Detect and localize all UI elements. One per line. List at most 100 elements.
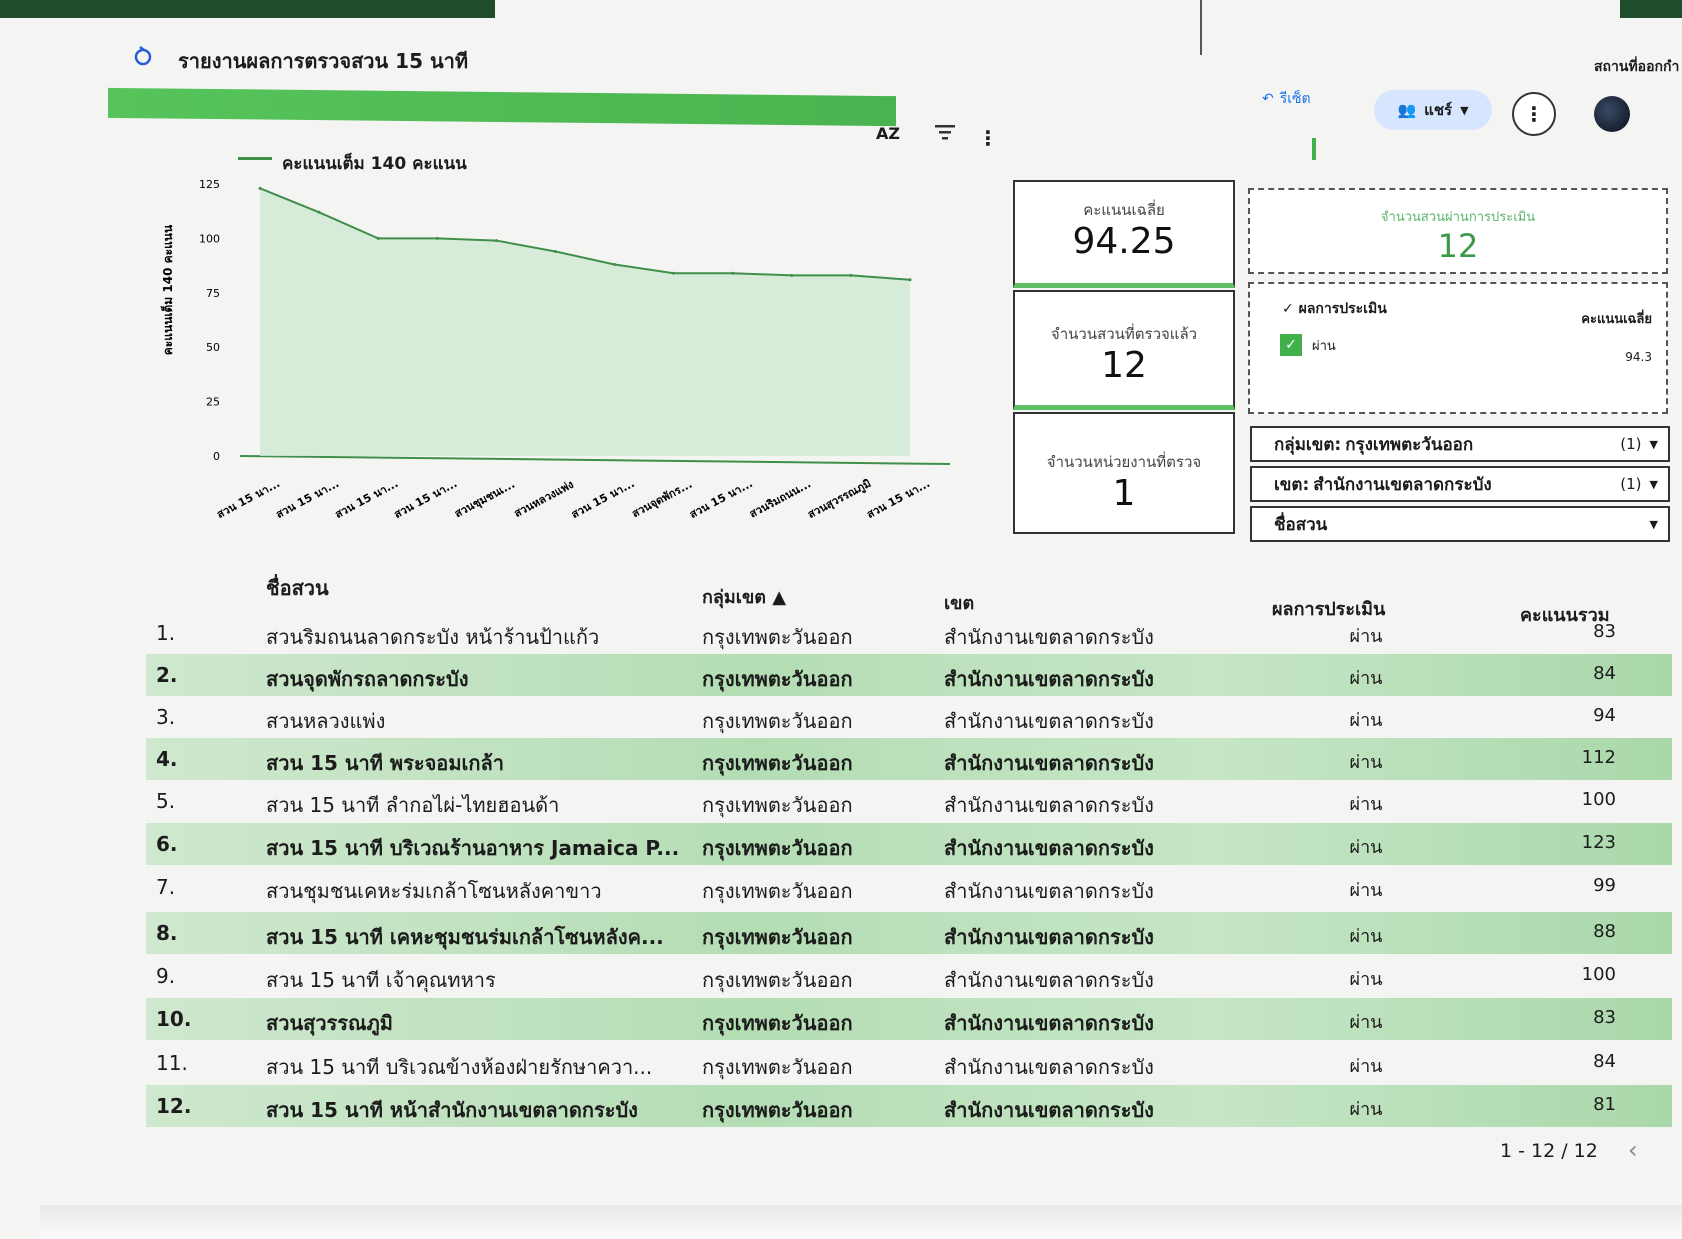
- x-tick-label: สวนจุดพักร...: [630, 478, 695, 522]
- table-row[interactable]: 5. สวน 15 นาที ลำกอไผ่-ไทยฮอนด้า กรุงเทพตะ…: [146, 780, 1672, 822]
- table-row[interactable]: 3. สวนหลวงแพ่ง กรุงเทพตะวันออก สำนักงานเขตล…: [146, 696, 1672, 738]
- x-tick-label: สวนริมถนน...: [747, 477, 813, 520]
- row-district-group: กรุงเทพตะวันออก: [702, 925, 853, 949]
- result-summary-table: ✓ ผลการประเมิน คะแนนเฉลี่ย ✓ ผ่าน 94.3: [1248, 282, 1668, 414]
- header-park-name[interactable]: ชื่อสวน: [266, 572, 329, 604]
- x-tick-label: สวน 15 นา...: [215, 477, 283, 521]
- table-row[interactable]: 7. สวนชุมชนเคหะร่มเกล้าโซนหลังคาขาว กรุงเท…: [146, 866, 1672, 908]
- row-result: ผ่าน: [1349, 1056, 1383, 1077]
- row-number: 9.: [156, 964, 176, 988]
- data-point: [849, 273, 853, 277]
- page-footer: [40, 1205, 1682, 1239]
- row-score: 84: [1593, 663, 1616, 684]
- row-score: 83: [1593, 1007, 1616, 1028]
- row-district: สำนักงานเขตลาดกระบัง: [944, 879, 1154, 903]
- filter-park-name[interactable]: ชื่อสวน ▼: [1250, 506, 1670, 542]
- table-row[interactable]: 6. สวน 15 นาที บริเวณร้านอาหาร Jamaica P.…: [146, 823, 1672, 865]
- x-tick-label: สวนสุวรรณภูมิ: [805, 477, 873, 522]
- checkbox-checked-icon[interactable]: ✓: [1280, 334, 1302, 356]
- chevron-down-icon: ▼: [1649, 477, 1658, 491]
- row-district-group: กรุงเทพตะวันออก: [702, 879, 853, 903]
- row-district-group: กรุงเทพตะวันออก: [702, 667, 853, 691]
- prev-page-button[interactable]: ‹: [1628, 1136, 1638, 1164]
- check-icon: ✓: [1282, 301, 1294, 317]
- table-row[interactable]: 12. สวน 15 นาที หน้าสำนักงานเขตลาดกระบังก…: [146, 1085, 1672, 1127]
- checked-parks-label: จำนวนสวนที่ตรวจแล้ว: [1050, 325, 1198, 343]
- row-score: 112: [1581, 747, 1616, 768]
- x-tick-label: สวน 15 นา...: [687, 477, 755, 521]
- y-tick-label: 50: [206, 341, 220, 354]
- avatar[interactable]: [1594, 96, 1630, 132]
- row-result: ผ่าน: [1349, 794, 1383, 815]
- report-logo-icon: [134, 46, 152, 66]
- row-district-group: กรุงเทพตะวันออก: [702, 968, 853, 992]
- row-number: 6.: [156, 832, 178, 856]
- data-point: [790, 273, 794, 277]
- row-district: สำนักงานเขตลาดกระบัง: [944, 625, 1154, 649]
- sort-az-icon[interactable]: AZ: [876, 124, 900, 143]
- row-district-group: กรุงเทพตะวันออก: [702, 709, 853, 733]
- divider: [1200, 0, 1202, 55]
- row-score: 100: [1581, 964, 1616, 985]
- row-score: 84: [1593, 1051, 1616, 1072]
- table-row[interactable]: 4. สวน 15 นาที พระจอมเกล้า กรุงเทพตะวันออก…: [146, 738, 1672, 780]
- row-score: 94: [1593, 705, 1616, 726]
- more-options-button[interactable]: ⋮: [1512, 92, 1556, 136]
- share-label: แชร์: [1424, 101, 1453, 119]
- filter-district-group[interactable]: กลุ่มเขต: กรุงเทพตะวันออก (1) ▼: [1250, 426, 1670, 462]
- passed-parks-value: 12: [1437, 227, 1479, 265]
- share-people-icon: 👥: [1397, 101, 1417, 119]
- data-point: [553, 249, 557, 253]
- page-title: รายงานผลการตรวจสวน 15 นาที: [178, 49, 469, 73]
- row-number: 4.: [156, 747, 178, 771]
- table-row[interactable]: 1. สวนริมถนนลาดกระบัง หน้าร้านป้าแก้ว กรุง…: [146, 612, 1672, 654]
- y-tick-label: 125: [199, 178, 220, 191]
- pagination-text: 1 - 12 / 12: [1500, 1140, 1598, 1162]
- table-row[interactable]: 8. สวน 15 นาที เคหะชุมชนร่มเกล้าโซนหลังค.…: [146, 912, 1672, 954]
- result-row-label: ผ่าน: [1312, 338, 1336, 354]
- row-result: ผ่าน: [1349, 626, 1383, 647]
- row-district: สำนักงานเขตลาดกระบัง: [944, 1098, 1154, 1122]
- data-point: [376, 236, 380, 240]
- filter-district[interactable]: เขต: สำนักงานเขตลาดกระบัง (1) ▼: [1250, 466, 1670, 502]
- row-district-group: กรุงเทพตะวันออก: [702, 751, 853, 775]
- chevron-down-icon: ▼: [1649, 517, 1658, 531]
- row-score: 83: [1593, 621, 1616, 642]
- row-district-group: กรุงเทพตะวันออก: [702, 1098, 853, 1122]
- data-point: [731, 271, 735, 275]
- y-axis-title: คะแนนเต็ม 140 คะแนน: [160, 224, 175, 355]
- checked-parks-card: จำนวนสวนที่ตรวจแล้ว 12: [1013, 290, 1235, 410]
- row-score: 123: [1581, 832, 1616, 853]
- result-header: ✓ ผลการประเมิน: [1282, 298, 1387, 320]
- data-point: [317, 210, 321, 214]
- row-result: ผ่าน: [1349, 926, 1383, 947]
- table-row[interactable]: 11. สวน 15 นาที บริเวณข้างห้องฝ่ายรักษาคว…: [146, 1042, 1672, 1084]
- x-tick-label: สวน 15 นา...: [392, 477, 460, 521]
- avg-score-card: คะแนนเฉลี่ย 94.25: [1013, 180, 1235, 288]
- filter-district-label: เขต:: [1274, 474, 1310, 495]
- result-row[interactable]: ✓ ผ่าน: [1280, 334, 1336, 356]
- y-tick-label: 100: [199, 232, 220, 245]
- top-border-left: [0, 0, 495, 18]
- x-tick-label: สวน 15 นา...: [333, 477, 401, 521]
- share-button[interactable]: 👥 แชร์ ▼: [1374, 90, 1492, 130]
- checked-parks-value: 12: [1101, 345, 1147, 386]
- chart-menu-icon[interactable]: ⋮: [978, 126, 998, 150]
- units-card: จำนวนหน่วยงานที่ตรวจ 1: [1013, 412, 1235, 534]
- table-row[interactable]: 9. สวน 15 นาที เจ้าคุณทหาร กรุงเทพตะวันออก…: [146, 955, 1672, 997]
- header-district-group[interactable]: กลุ่มเขต ▲: [702, 582, 786, 611]
- filter-park-name-label: ชื่อสวน: [1274, 514, 1328, 535]
- x-tick-label: สวน 15 นา...: [865, 477, 933, 521]
- table-row[interactable]: 10. สวนสุวรรณภูมิ กรุงเทพตะวันออก สำนักงานเ…: [146, 998, 1672, 1040]
- row-district-group: กรุงเทพตะวันออก: [702, 625, 853, 649]
- filter-icon[interactable]: [933, 122, 957, 142]
- top-border-right: [1620, 0, 1682, 18]
- row-result: ผ่าน: [1349, 752, 1383, 773]
- row-result: ผ่าน: [1349, 1099, 1383, 1120]
- reset-button[interactable]: ↶ รีเซ็ต: [1262, 88, 1311, 110]
- y-tick-label: 25: [206, 396, 220, 409]
- table-row[interactable]: 2. สวนจุดพักรถลาดกระบัง กรุงเทพตะวันออก สำน…: [146, 654, 1672, 696]
- row-result: ผ่าน: [1349, 969, 1383, 990]
- x-tick-label: สวน 15 นา...: [274, 477, 342, 521]
- x-axis-line: [239, 455, 951, 465]
